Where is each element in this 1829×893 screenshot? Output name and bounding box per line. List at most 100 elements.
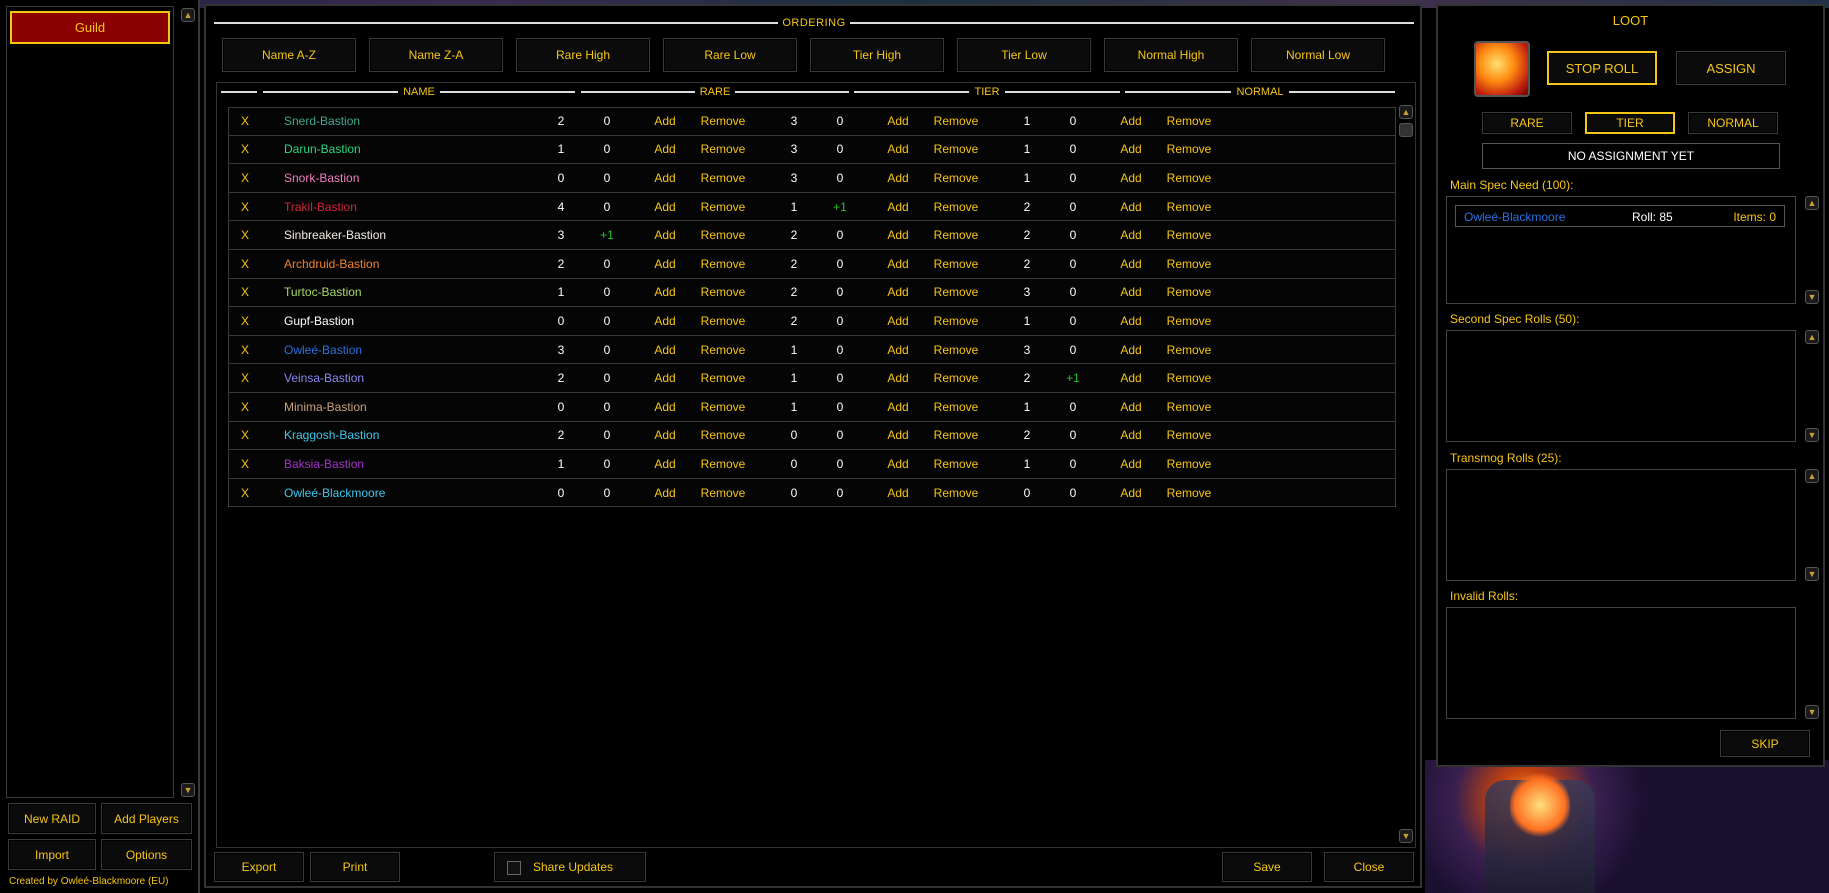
rare-remove-button[interactable]: Remove [693, 250, 753, 278]
normal-remove-button[interactable]: Remove [1159, 336, 1219, 364]
tier-add-button[interactable]: Add [868, 422, 928, 450]
tier-add-button[interactable]: Add [868, 250, 928, 278]
normal-add-button[interactable]: Add [1101, 479, 1161, 507]
remove-player-button[interactable]: X [241, 307, 249, 335]
print-button[interactable]: Print [310, 852, 400, 882]
table-scroll-thumb[interactable] [1399, 123, 1413, 137]
tier-add-button[interactable]: Add [868, 393, 928, 421]
normal-add-button[interactable]: Add [1101, 450, 1161, 478]
rare-add-button[interactable]: Add [635, 136, 695, 164]
tier-remove-button[interactable]: Remove [926, 479, 986, 507]
rare-add-button[interactable]: Add [635, 193, 695, 221]
rare-remove-button[interactable]: Remove [693, 422, 753, 450]
order-rare-high-button[interactable]: Rare High [516, 38, 650, 72]
remove-player-button[interactable]: X [241, 250, 249, 278]
normal-remove-button[interactable]: Remove [1159, 221, 1219, 249]
order-rare-low-button[interactable]: Rare Low [663, 38, 797, 72]
second-spec-scroll-up-icon[interactable]: ▲ [1805, 330, 1819, 344]
table-scroll-down-icon[interactable]: ▼ [1399, 829, 1413, 843]
remove-player-button[interactable]: X [241, 193, 249, 221]
remove-player-button[interactable]: X [241, 108, 249, 135]
normal-remove-button[interactable]: Remove [1159, 279, 1219, 307]
tier-add-button[interactable]: Add [868, 136, 928, 164]
transmog-scroll-down-icon[interactable]: ▼ [1805, 567, 1819, 581]
import-button[interactable]: Import [8, 839, 96, 870]
normal-add-button[interactable]: Add [1101, 164, 1161, 192]
normal-remove-button[interactable]: Remove [1159, 108, 1219, 135]
remove-player-button[interactable]: X [241, 336, 249, 364]
guild-tab[interactable]: Guild [10, 11, 170, 44]
invalid-scroll-down-icon[interactable]: ▼ [1805, 705, 1819, 719]
normal-remove-button[interactable]: Remove [1159, 450, 1219, 478]
order-normal-low-button[interactable]: Normal Low [1251, 38, 1385, 72]
main-spec-scroll-up-icon[interactable]: ▲ [1805, 196, 1819, 210]
tier-remove-button[interactable]: Remove [926, 250, 986, 278]
remove-player-button[interactable]: X [241, 364, 249, 392]
new-raid-button[interactable]: New RAID [8, 803, 96, 834]
normal-add-button[interactable]: Add [1101, 422, 1161, 450]
tier-remove-button[interactable]: Remove [926, 393, 986, 421]
order-tier-low-button[interactable]: Tier Low [957, 38, 1091, 72]
remove-player-button[interactable]: X [241, 450, 249, 478]
normal-remove-button[interactable]: Remove [1159, 136, 1219, 164]
tier-remove-button[interactable]: Remove [926, 422, 986, 450]
rare-add-button[interactable]: Add [635, 250, 695, 278]
rare-add-button[interactable]: Add [635, 221, 695, 249]
normal-remove-button[interactable]: Remove [1159, 393, 1219, 421]
rare-remove-button[interactable]: Remove [693, 450, 753, 478]
scroll-up-icon[interactable]: ▲ [181, 8, 195, 22]
tab-normal[interactable]: NORMAL [1688, 112, 1778, 134]
scroll-down-icon[interactable]: ▼ [181, 783, 195, 797]
tier-add-button[interactable]: Add [868, 279, 928, 307]
options-button[interactable]: Options [101, 839, 192, 870]
remove-player-button[interactable]: X [241, 393, 249, 421]
main-spec-roll-entry[interactable]: Owleé-Blackmoore Roll: 85 Items: 0 [1455, 205, 1785, 227]
normal-add-button[interactable]: Add [1101, 221, 1161, 249]
remove-player-button[interactable]: X [241, 279, 249, 307]
tab-tier[interactable]: TIER [1585, 112, 1675, 134]
tier-add-button[interactable]: Add [868, 450, 928, 478]
rare-remove-button[interactable]: Remove [693, 393, 753, 421]
tier-add-button[interactable]: Add [868, 164, 928, 192]
order-normal-high-button[interactable]: Normal High [1104, 38, 1238, 72]
share-updates-toggle[interactable]: Share Updates [494, 852, 646, 882]
rare-remove-button[interactable]: Remove [693, 193, 753, 221]
order-name-za-button[interactable]: Name Z-A [369, 38, 503, 72]
order-tier-high-button[interactable]: Tier High [810, 38, 944, 72]
tier-add-button[interactable]: Add [868, 193, 928, 221]
tier-remove-button[interactable]: Remove [926, 164, 986, 192]
tier-add-button[interactable]: Add [868, 307, 928, 335]
rare-remove-button[interactable]: Remove [693, 279, 753, 307]
tier-add-button[interactable]: Add [868, 479, 928, 507]
normal-remove-button[interactable]: Remove [1159, 307, 1219, 335]
tier-remove-button[interactable]: Remove [926, 279, 986, 307]
stop-roll-button[interactable]: STOP ROLL [1547, 51, 1657, 85]
loot-item-icon[interactable] [1474, 41, 1530, 97]
close-button[interactable]: Close [1324, 852, 1414, 882]
export-button[interactable]: Export [214, 852, 304, 882]
assign-button[interactable]: ASSIGN [1676, 51, 1786, 85]
remove-player-button[interactable]: X [241, 479, 249, 507]
normal-remove-button[interactable]: Remove [1159, 193, 1219, 221]
normal-add-button[interactable]: Add [1101, 108, 1161, 135]
tab-rare[interactable]: RARE [1482, 112, 1572, 134]
tier-remove-button[interactable]: Remove [926, 193, 986, 221]
skip-button[interactable]: SKIP [1720, 730, 1810, 757]
rare-remove-button[interactable]: Remove [693, 364, 753, 392]
rare-add-button[interactable]: Add [635, 422, 695, 450]
normal-add-button[interactable]: Add [1101, 336, 1161, 364]
tier-add-button[interactable]: Add [868, 364, 928, 392]
tier-remove-button[interactable]: Remove [926, 450, 986, 478]
rare-remove-button[interactable]: Remove [693, 307, 753, 335]
tier-add-button[interactable]: Add [868, 336, 928, 364]
transmog-scroll-up-icon[interactable]: ▲ [1805, 469, 1819, 483]
main-spec-scroll-down-icon[interactable]: ▼ [1805, 290, 1819, 304]
normal-add-button[interactable]: Add [1101, 393, 1161, 421]
rare-add-button[interactable]: Add [635, 336, 695, 364]
normal-remove-button[interactable]: Remove [1159, 250, 1219, 278]
tier-remove-button[interactable]: Remove [926, 307, 986, 335]
rare-add-button[interactable]: Add [635, 364, 695, 392]
rare-remove-button[interactable]: Remove [693, 136, 753, 164]
normal-remove-button[interactable]: Remove [1159, 164, 1219, 192]
rare-add-button[interactable]: Add [635, 393, 695, 421]
